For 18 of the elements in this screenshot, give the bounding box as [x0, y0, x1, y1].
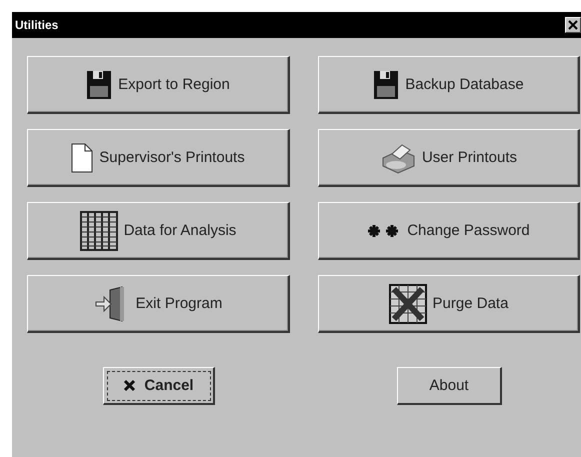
- spreadsheet-cross-icon: [388, 284, 427, 324]
- utility-button[interactable]: Supervisor's Printouts: [27, 129, 290, 187]
- close-icon: [123, 379, 136, 392]
- about-button[interactable]: About: [397, 367, 502, 405]
- utility-button[interactable]: Exit Program: [27, 275, 290, 333]
- utility-button[interactable]: Purge Data: [318, 275, 580, 333]
- utility-button[interactable]: Backup Database: [318, 56, 580, 114]
- spreadsheet-icon: [80, 210, 118, 250]
- utility-button[interactable]: User Printouts: [318, 129, 580, 187]
- utility-button[interactable]: Change Password: [318, 202, 580, 260]
- window-title: Utilities: [15, 18, 58, 32]
- document-icon: [71, 142, 94, 172]
- close-button[interactable]: [565, 17, 581, 33]
- cancel-button[interactable]: Cancel: [103, 367, 215, 405]
- utility-button[interactable]: Data for Analysis: [27, 202, 290, 260]
- utility-button[interactable]: Export to Region: [27, 56, 290, 114]
- printer-icon: [380, 142, 416, 174]
- close-icon: [568, 20, 578, 30]
